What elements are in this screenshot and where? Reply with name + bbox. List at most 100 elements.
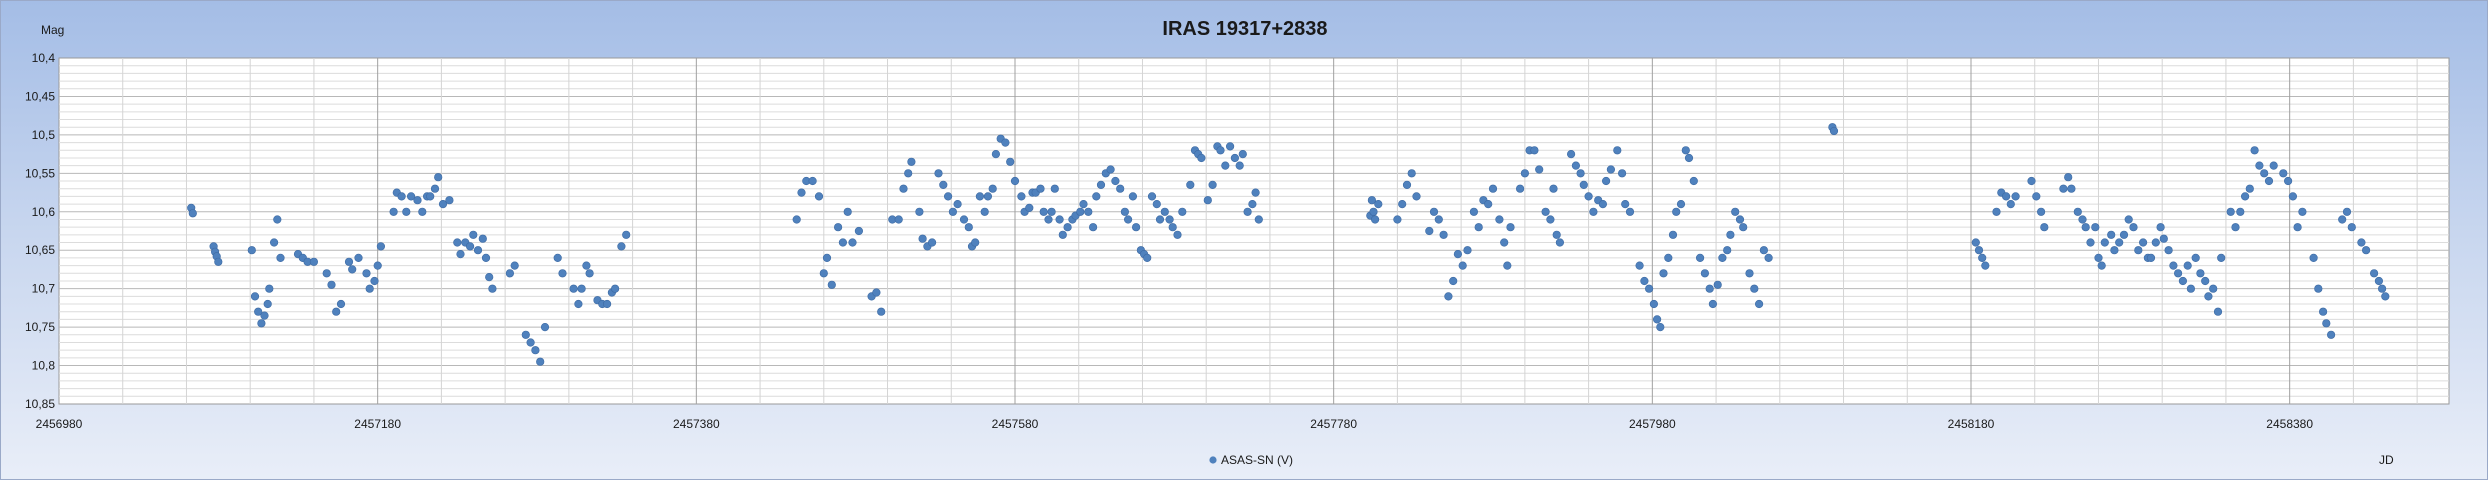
- data-point: [1165, 215, 1174, 224]
- data-point: [336, 299, 346, 309]
- y-tick-label: 10,45: [25, 89, 55, 103]
- data-point: [1131, 223, 1141, 232]
- data-point: [983, 192, 993, 201]
- data-point: [348, 265, 357, 274]
- data-point: [843, 207, 852, 216]
- data-point: [927, 238, 937, 247]
- data-point: [899, 184, 908, 193]
- data-point: [1584, 192, 1593, 201]
- data-point: [2027, 176, 2036, 186]
- data-point: [2064, 173, 2073, 182]
- x-tick-label: 2458380: [2266, 417, 2313, 431]
- data-point: [1546, 215, 1555, 224]
- data-point: [907, 157, 916, 166]
- data-point: [1393, 215, 1402, 224]
- data-point: [622, 230, 631, 239]
- data-point: [456, 250, 465, 259]
- data-point: [250, 292, 260, 301]
- data-point: [466, 242, 475, 251]
- data-point: [1649, 299, 1658, 309]
- data-point: [2183, 261, 2192, 270]
- data-point: [2032, 192, 2041, 201]
- data-point: [2381, 292, 2390, 301]
- y-tick-label: 10,6: [32, 205, 56, 219]
- data-point: [389, 207, 398, 216]
- data-point: [894, 215, 903, 224]
- y-tick-label: 10,7: [32, 282, 56, 296]
- data-point: [413, 196, 422, 205]
- data-point: [1058, 230, 1067, 239]
- data-point: [872, 288, 881, 297]
- data-point: [617, 242, 626, 251]
- data-point: [2370, 269, 2379, 278]
- data-point: [1705, 284, 1714, 293]
- data-point: [531, 346, 540, 355]
- data-point: [1571, 161, 1580, 170]
- data-point: [1203, 196, 1212, 205]
- data-point: [1463, 246, 1472, 255]
- data-point: [1444, 292, 1453, 301]
- data-point: [1398, 200, 1407, 209]
- data-point: [485, 273, 494, 282]
- data-point: [1010, 176, 1020, 186]
- data-point: [1576, 169, 1585, 178]
- legend-label: ASAS-SN (V): [1221, 453, 1293, 467]
- x-axis-label: JD: [2379, 453, 2394, 467]
- data-point: [1412, 192, 1421, 201]
- data-point: [1044, 215, 1053, 224]
- data-point: [521, 330, 530, 339]
- legend: ASAS-SN (V): [1209, 453, 1293, 467]
- data-point: [2110, 246, 2119, 255]
- data-point: [1676, 200, 1686, 209]
- data-point: [2209, 284, 2218, 293]
- data-point: [1681, 146, 1690, 155]
- data-point: [2139, 238, 2148, 247]
- data-point: [373, 261, 382, 270]
- data-point: [478, 234, 487, 243]
- data-point: [1555, 238, 1564, 247]
- data-point: [2319, 307, 2328, 316]
- data-point: [1120, 207, 1129, 216]
- data-point: [2006, 200, 2015, 209]
- data-point: [2293, 223, 2302, 232]
- data-point: [827, 280, 836, 289]
- data-point: [2151, 238, 2160, 247]
- chart-title: IRAS 19317+2838: [1162, 18, 1327, 40]
- data-point: [1684, 153, 1694, 163]
- data-point: [1001, 138, 1010, 147]
- data-point: [2269, 161, 2278, 170]
- data-point: [1047, 207, 1056, 216]
- data-point: [445, 196, 454, 205]
- data-point: [1695, 253, 1705, 262]
- data-point: [1116, 184, 1125, 193]
- data-point: [1123, 215, 1133, 224]
- data-point: [2134, 246, 2143, 255]
- data-point: [1186, 180, 1195, 189]
- data-point: [1640, 276, 1649, 286]
- data-point: [1251, 188, 1260, 197]
- data-point: [370, 276, 379, 286]
- data-point: [1230, 153, 1239, 163]
- data-point: [1453, 250, 1462, 259]
- data-point: [1718, 253, 1727, 262]
- data-point: [2067, 184, 2076, 193]
- data-point: [2378, 284, 2387, 293]
- data-point: [344, 257, 354, 266]
- data-point: [1225, 142, 1235, 151]
- data-point: [2213, 307, 2223, 316]
- data-point: [953, 200, 962, 209]
- data-point: [948, 207, 958, 216]
- data-point: [1635, 261, 1644, 270]
- data-point: [1458, 261, 1467, 270]
- data-point: [1981, 261, 1990, 270]
- data-point: [1520, 169, 1529, 178]
- data-point: [488, 284, 497, 293]
- data-point: [430, 184, 440, 193]
- data-point: [2204, 292, 2213, 301]
- data-point: [2146, 253, 2156, 262]
- data-point: [833, 223, 843, 232]
- data-point: [1173, 230, 1182, 239]
- data-point: [1659, 269, 1668, 278]
- data-point: [1088, 223, 1098, 232]
- data-point: [2279, 169, 2288, 178]
